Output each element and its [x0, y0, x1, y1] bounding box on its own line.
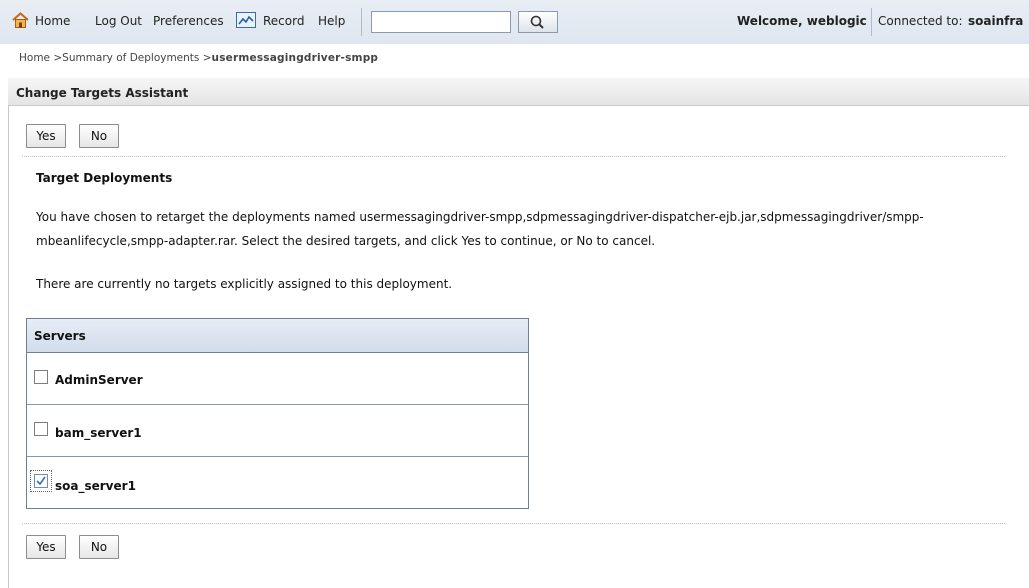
table-header: Servers — [27, 319, 528, 353]
servers-table: Servers AdminServer bam_server1 soa_serv… — [26, 318, 529, 509]
magnifier-icon — [530, 15, 544, 29]
table-row: bam_server1 — [27, 405, 528, 457]
yes-button[interactable]: Yes — [26, 535, 66, 559]
retarget-message: You have chosen to retarget the deployme… — [36, 205, 996, 253]
breadcrumb-summary[interactable]: Summary of Deployments > — [62, 52, 211, 64]
server-name: AdminServer — [55, 373, 143, 387]
home-link[interactable]: Home — [35, 14, 70, 28]
panel-title: Change Targets Assistant — [16, 86, 189, 100]
search-input[interactable] — [371, 11, 511, 33]
toolbar-divider — [871, 8, 872, 36]
no-targets-note: There are currently no targets explicitl… — [36, 277, 453, 291]
breadcrumb-current: usermessagingdriver-smpp — [211, 52, 379, 64]
table-row: soa_server1 — [27, 457, 528, 509]
message-line: mbeanlifecycle,smpp-adapter.rar. Select … — [36, 234, 656, 248]
divider — [22, 156, 1005, 157]
server-checkbox[interactable] — [34, 474, 48, 488]
server-checkbox[interactable] — [34, 422, 48, 436]
help-link[interactable]: Help — [318, 14, 345, 28]
breadcrumb: Home >Summary of Deployments >usermessag… — [19, 52, 378, 64]
connected-label: Connected to: — [878, 14, 963, 28]
divider — [22, 523, 1005, 524]
servers-column-header: Servers — [34, 329, 86, 343]
record-link[interactable]: Record — [263, 14, 304, 28]
search-button[interactable] — [518, 11, 558, 33]
yes-button[interactable]: Yes — [26, 124, 66, 148]
record-icon[interactable] — [236, 12, 256, 28]
table-row: AdminServer — [27, 353, 528, 405]
no-button[interactable]: No — [79, 535, 119, 559]
checkmark-icon — [36, 476, 46, 486]
section-heading: Target Deployments — [36, 171, 173, 185]
message-line: You have chosen to retarget the deployme… — [36, 210, 924, 224]
home-icon[interactable] — [12, 12, 29, 29]
server-name: bam_server1 — [55, 426, 142, 440]
preferences-link[interactable]: Preferences — [153, 14, 224, 28]
server-name: soa_server1 — [55, 479, 136, 493]
welcome-text: Welcome, weblogic — [737, 14, 867, 28]
connected-domain: soainfra — [968, 14, 1024, 28]
logout-link[interactable]: Log Out — [95, 14, 142, 28]
no-button[interactable]: No — [79, 124, 119, 148]
server-checkbox[interactable] — [34, 370, 48, 384]
toolbar-divider — [361, 8, 362, 36]
breadcrumb-home[interactable]: Home > — [19, 52, 62, 64]
